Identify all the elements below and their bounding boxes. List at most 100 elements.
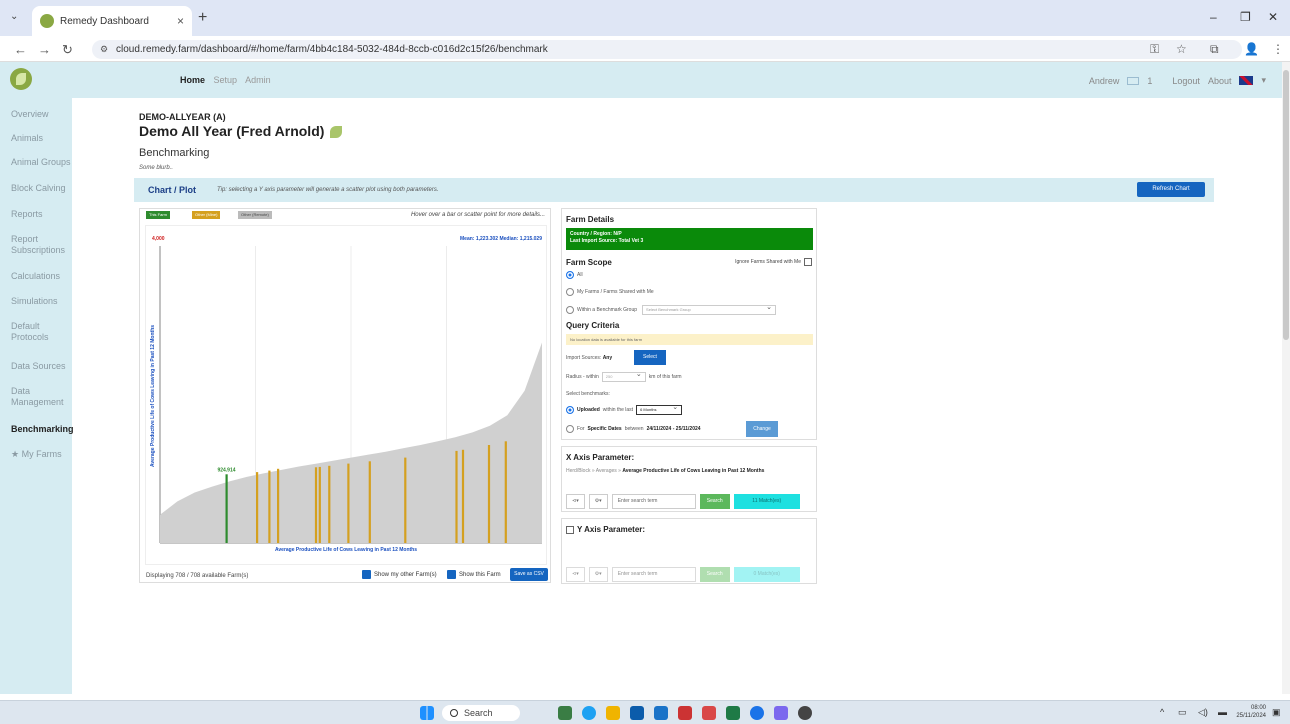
sidebar-item-data-sources[interactable]: Data Sources: [11, 361, 66, 372]
uploaded-radio[interactable]: Uploaded within the last 6 Months: [566, 403, 683, 415]
y-axis-checkbox[interactable]: [566, 525, 574, 534]
reload-icon[interactable]: ↻: [62, 42, 73, 58]
benchmark-group-select[interactable]: Select Benchmark Group: [642, 303, 777, 315]
other-mine-bar-5[interactable]: [328, 465, 331, 543]
y-tree-dropdown-icon[interactable]: ⊲▾: [566, 567, 585, 582]
date-range-value[interactable]: 24/11/2024 - 25/11/2024: [647, 426, 701, 432]
settings-icon[interactable]: [798, 706, 812, 720]
other-mine-bar-11[interactable]: [487, 445, 491, 543]
other-mine-bar-12[interactable]: [504, 441, 507, 543]
radio-icon[interactable]: [566, 288, 574, 296]
close-tab-icon[interactable]: ×: [177, 14, 184, 28]
bookmark-star-icon[interactable]: ☆: [1176, 42, 1187, 56]
other-mine-bar-1[interactable]: [268, 470, 271, 543]
network-icon[interactable]: ▭: [1178, 707, 1187, 718]
x-matches-dropdown[interactable]: 11 Match(es): [733, 494, 800, 509]
sidebar-item-benchmarking[interactable]: Benchmarking: [11, 424, 74, 435]
nav-home[interactable]: Home: [180, 75, 205, 85]
other-mine-bar-7[interactable]: [368, 461, 371, 543]
radio-icon[interactable]: [566, 425, 574, 433]
other-mine-bar-8[interactable]: [404, 457, 407, 543]
save-csv-button[interactable]: Save as CSV: [510, 568, 548, 581]
teams-icon[interactable]: [774, 706, 788, 720]
specific-dates-radio[interactable]: For Specific Dates between 24/11/2024 - 25/…: [566, 425, 701, 433]
legend-this-farm[interactable]: This Farm: [146, 211, 170, 219]
forward-icon[interactable]: →: [38, 42, 51, 57]
volume-icon[interactable]: ◁): [1198, 707, 1208, 718]
taskbar-search[interactable]: Search: [442, 705, 520, 721]
benchmark-chart[interactable]: 4,000 Mean: 1,223.302 Median: 1,215.029 …: [146, 226, 546, 564]
back-icon[interactable]: ←: [14, 42, 27, 57]
about-link[interactable]: About: [1208, 76, 1232, 86]
tab-list-icon[interactable]: ⌄: [10, 11, 18, 22]
other-mine-bar-2[interactable]: [277, 468, 280, 544]
sidebar-item-calculations[interactable]: Calculations: [11, 271, 60, 282]
chrome-icon[interactable]: [582, 706, 596, 720]
acrobat-icon[interactable]: [702, 706, 716, 720]
checkbox-checked-icon[interactable]: [447, 570, 456, 579]
nav-setup[interactable]: Setup: [214, 75, 238, 85]
password-key-icon[interactable]: ⚿: [1150, 42, 1159, 57]
taskbar-clock[interactable]: 08:00 25/11/2024: [1236, 704, 1266, 720]
other-mine-bar-6[interactable]: [347, 463, 350, 543]
sidebar-item-report-subscriptions[interactable]: Report Subscriptions: [11, 234, 65, 256]
x-search-button[interactable]: Search: [699, 494, 730, 509]
minimize-icon[interactable]: –: [1210, 10, 1217, 24]
ignore-shared-checkbox[interactable]: [804, 258, 812, 266]
word-icon[interactable]: [654, 706, 668, 720]
battery-icon[interactable]: ▬: [1218, 707, 1227, 717]
other-mine-bar-3[interactable]: [314, 467, 318, 543]
nav-admin[interactable]: Admin: [245, 75, 271, 85]
excel-icon[interactable]: [726, 706, 740, 720]
other-mine-bar-4[interactable]: [318, 466, 321, 543]
radio-selected-icon[interactable]: [566, 271, 574, 279]
y-matches-dropdown[interactable]: 0 Match(es): [733, 567, 800, 582]
other-mine-bar-9[interactable]: [455, 450, 458, 543]
windows-start-icon[interactable]: [420, 706, 434, 720]
show-my-other-farms-checkbox[interactable]: Show my other Farm(s): [362, 570, 437, 579]
sidebar-item-block-calving[interactable]: Block Calving: [11, 183, 66, 194]
browser-tab[interactable]: Remedy Dashboard ×: [32, 6, 192, 36]
sidebar-item-animals[interactable]: Animals: [11, 133, 43, 144]
sidebar-item-overview[interactable]: Overview: [11, 109, 49, 120]
sidebar-item-simulations[interactable]: Simulations: [11, 296, 58, 307]
refresh-chart-button[interactable]: Refresh Chart: [1137, 182, 1205, 197]
language-caret-icon[interactable]: ▾: [1261, 75, 1266, 86]
tray-chevron-icon[interactable]: ^: [1160, 707, 1164, 717]
scope-group-radio[interactable]: Within a Benchmark Group Select Benchmar…: [566, 303, 777, 315]
menu-kebab-icon[interactable]: ⋮: [1272, 42, 1284, 56]
y-search-input[interactable]: Enter search term: [611, 567, 696, 582]
other-mine-bar-10[interactable]: [461, 449, 465, 543]
url-field[interactable]: ⚙ cloud.remedy.farm/dashboard/#/home/far…: [92, 40, 1242, 59]
mail-icon[interactable]: [1127, 76, 1140, 85]
user-name[interactable]: Andrew: [1089, 76, 1120, 86]
sidebar-item-default-protocols[interactable]: Default Protocols: [11, 321, 51, 343]
x-search-input[interactable]: Enter search term: [611, 494, 696, 509]
profile-icon[interactable]: 👤: [1244, 42, 1259, 56]
restore-icon[interactable]: ❐: [1240, 10, 1251, 24]
site-info-icon[interactable]: ⚙: [100, 40, 108, 59]
sidebar-item-reports[interactable]: Reports: [11, 209, 43, 220]
show-this-farm-checkbox[interactable]: Show this Farm: [447, 570, 501, 579]
y-search-button[interactable]: Search: [699, 567, 730, 582]
scope-all-radio[interactable]: All: [566, 271, 583, 279]
uk-flag-icon[interactable]: [1239, 76, 1254, 85]
scrollbar-thumb[interactable]: [1283, 70, 1289, 340]
scope-mine-radio[interactable]: My Farms / Farms Shared with Me: [566, 288, 654, 296]
import-select-button[interactable]: Select: [634, 350, 666, 365]
radio-icon[interactable]: [566, 306, 574, 314]
app-icon[interactable]: [558, 706, 572, 720]
checkbox-checked-icon[interactable]: [362, 570, 371, 579]
logout-link[interactable]: Logout: [1172, 76, 1200, 86]
powerpoint-icon[interactable]: [678, 706, 692, 720]
other-mine-bar-0[interactable]: [256, 472, 259, 543]
sidebar-item-animal-groups[interactable]: Animal Groups: [11, 157, 71, 168]
ignore-shared-toggle[interactable]: Ignore Farms Shared with Me: [735, 258, 812, 266]
y-settings-dropdown-icon[interactable]: ⚙▾: [588, 567, 608, 582]
close-window-icon[interactable]: ✕: [1268, 10, 1278, 24]
new-tab-icon[interactable]: +: [198, 9, 207, 27]
outlook-icon[interactable]: [630, 706, 644, 720]
remedy-logo[interactable]: [10, 68, 32, 90]
legend-other-mine[interactable]: Other (Mine): [192, 211, 221, 219]
edge-icon[interactable]: [750, 706, 764, 720]
